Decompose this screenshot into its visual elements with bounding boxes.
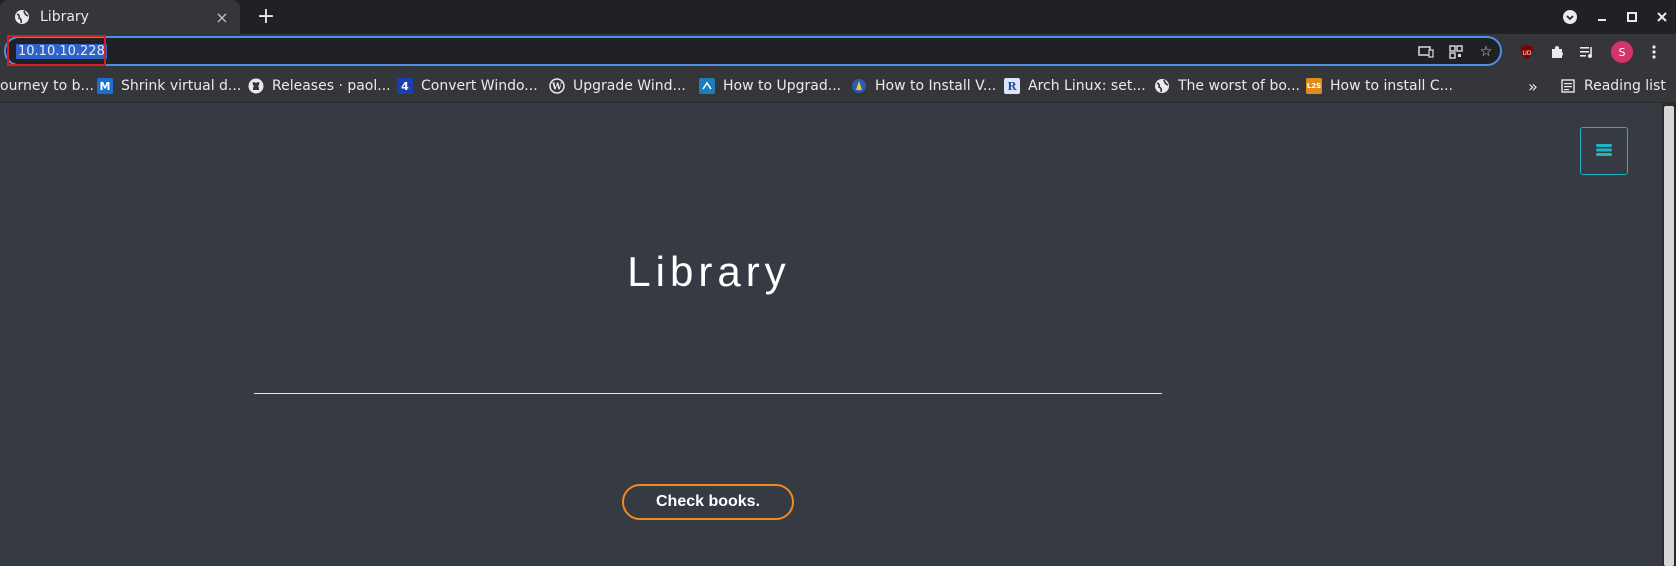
- bookmark-item[interactable]: The worst of bo...: [1154, 76, 1300, 96]
- bookmark-star-icon[interactable]: ☆: [1476, 42, 1496, 62]
- bookmarks-bar: ourney to b... M Shrink virtual d... Rel…: [0, 70, 1676, 103]
- bookmark-item[interactable]: M Shrink virtual d...: [97, 76, 241, 96]
- tab-strip: Library × +: [0, 0, 1676, 34]
- check-books-button[interactable]: Check books.: [622, 484, 794, 520]
- bookmark-item[interactable]: L2S How to install C...: [1306, 76, 1453, 96]
- maximize-button[interactable]: [1620, 0, 1644, 34]
- github-icon: [248, 78, 264, 94]
- page-title: Library: [627, 248, 791, 295]
- toolbar: 10.10.10.228 ☆: [0, 34, 1676, 70]
- svg-text:UD: UD: [1522, 50, 1531, 57]
- svg-text:W: W: [551, 83, 563, 93]
- bookmark-item[interactable]: How to Upgrad...: [699, 76, 841, 96]
- ublock-icon[interactable]: UD: [1515, 40, 1539, 64]
- more-menu-icon[interactable]: [1642, 40, 1666, 64]
- hamburger-menu-icon: [1596, 142, 1612, 161]
- bookmark-item[interactable]: Releases · paol...: [248, 76, 391, 96]
- bookmark-item[interactable]: W Upgrade Wind...: [549, 76, 686, 96]
- browser-tab[interactable]: Library ×: [0, 0, 240, 34]
- extensions-puzzle-icon[interactable]: [1545, 40, 1569, 64]
- address-highlight-box: [7, 35, 106, 66]
- cast-icon[interactable]: [1416, 42, 1436, 62]
- bookmarks-overflow-button[interactable]: »: [1528, 76, 1538, 96]
- tech-site-icon: [699, 78, 715, 94]
- divider: [254, 393, 1162, 394]
- bookmark-item[interactable]: R Arch Linux: set...: [1004, 76, 1146, 96]
- close-window-button[interactable]: [1650, 0, 1674, 34]
- new-tab-button[interactable]: +: [254, 5, 278, 29]
- scrollbar-thumb[interactable]: [1664, 106, 1674, 566]
- bookmark-item[interactable]: How to Install V...: [851, 76, 996, 96]
- bookmark-item[interactable]: ourney to b...: [0, 76, 94, 96]
- reading-list-button[interactable]: Reading list: [1560, 76, 1666, 96]
- tab-title: Library: [40, 9, 89, 25]
- wordpress-icon: W: [549, 78, 565, 94]
- media-playlist-icon[interactable]: [1575, 40, 1599, 64]
- l2s-icon: L2S: [1306, 78, 1322, 94]
- reading-list-icon: [1560, 78, 1576, 94]
- address-bar[interactable]: 10.10.10.228 ☆: [4, 36, 1502, 66]
- medium-m-icon: M: [97, 78, 113, 94]
- linux-icon: [851, 78, 867, 94]
- number-four-icon: 4: [397, 78, 413, 94]
- bookmark-item[interactable]: 4 Convert Windo...: [397, 76, 538, 96]
- qr-code-icon[interactable]: [1446, 42, 1466, 62]
- minimize-button[interactable]: [1590, 0, 1614, 34]
- close-tab-icon[interactable]: ×: [214, 8, 230, 27]
- tab-search-icon[interactable]: [1558, 0, 1582, 34]
- page-content: [0, 103, 1662, 566]
- menu-button[interactable]: [1580, 127, 1628, 175]
- globe-icon: [1154, 78, 1170, 94]
- letter-r-icon: R: [1004, 78, 1020, 94]
- profile-avatar[interactable]: S: [1610, 40, 1634, 64]
- globe-icon: [14, 9, 30, 25]
